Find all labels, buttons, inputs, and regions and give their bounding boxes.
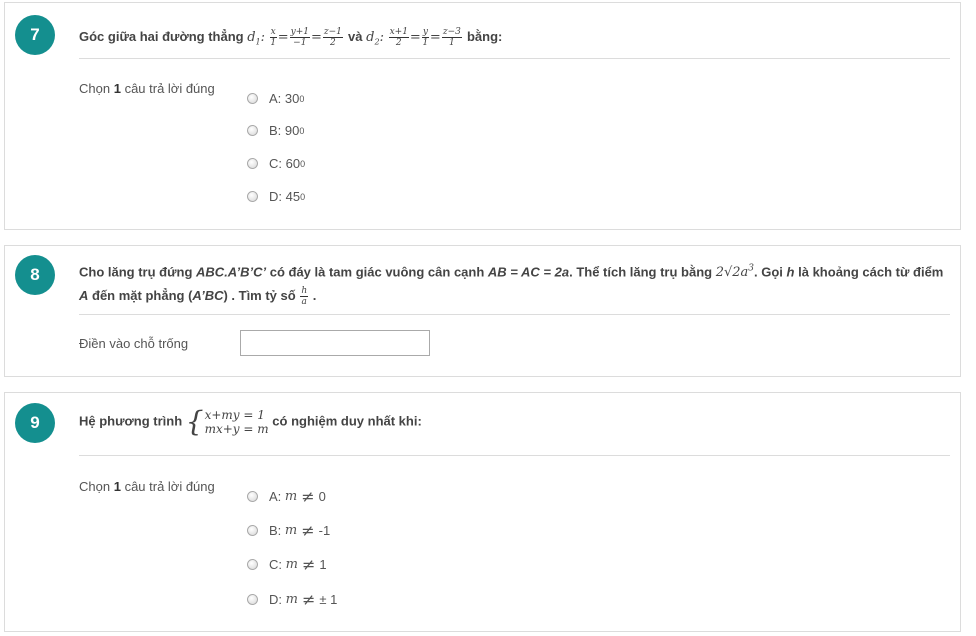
radio-button[interactable]: [247, 594, 258, 605]
question-card-8: 8 Cho lăng trụ đứng ABC.A’B’C’ có đáy là…: [4, 245, 961, 377]
question-number-badge: 9: [15, 403, 55, 443]
radio-button[interactable]: [247, 525, 258, 536]
answer-prompt: Chọn 1 câu trả lời đúng: [79, 479, 215, 494]
radio-button[interactable]: [247, 191, 258, 202]
question-card-9: 9 Hệ phương trình { x+my = 1 mx+y = m có …: [4, 392, 961, 632]
option-a[interactable]: A: m ≠ 0: [247, 487, 326, 506]
question-text: Cho lăng trụ đứng ABC.A’B’C’ có đáy là t…: [79, 264, 944, 308]
radio-button[interactable]: [247, 491, 258, 502]
divider: [79, 314, 950, 315]
answer-input[interactable]: [240, 330, 430, 356]
question-text: Hệ phương trình { x+my = 1 mx+y = m có ng…: [79, 405, 422, 438]
equation-system: { x+my = 1 mx+y = m: [185, 405, 269, 438]
radio-button[interactable]: [247, 559, 258, 570]
option-d[interactable]: D: m ≠ ± 1: [247, 590, 337, 609]
option-d[interactable]: D: 45 0: [247, 189, 305, 204]
radio-button[interactable]: [247, 125, 258, 136]
radio-button[interactable]: [247, 93, 258, 104]
question-card-7: 7 Góc giữa hai đường thẳng d1: x 1 = y+1 −1 =…: [4, 2, 961, 230]
option-c[interactable]: C: m ≠ 1: [247, 555, 327, 574]
option-b[interactable]: B: 90 0: [247, 123, 304, 138]
question-text: Góc giữa hai đường thẳng d1: x 1 = y+1 −1 = z−…: [79, 27, 503, 48]
fill-blank-prompt: Điền vào chỗ trống: [79, 336, 189, 351]
question-number-badge: 8: [15, 255, 55, 295]
divider: [79, 58, 950, 59]
option-a[interactable]: A: 30 0: [247, 91, 304, 106]
radio-button[interactable]: [247, 158, 258, 169]
answer-prompt: Chọn 1 câu trả lời đúng: [79, 81, 215, 96]
question-number-badge: 7: [15, 15, 55, 55]
option-b[interactable]: B: m ≠ -1: [247, 521, 330, 540]
divider: [79, 455, 950, 456]
option-c[interactable]: C: 60 0: [247, 156, 305, 171]
